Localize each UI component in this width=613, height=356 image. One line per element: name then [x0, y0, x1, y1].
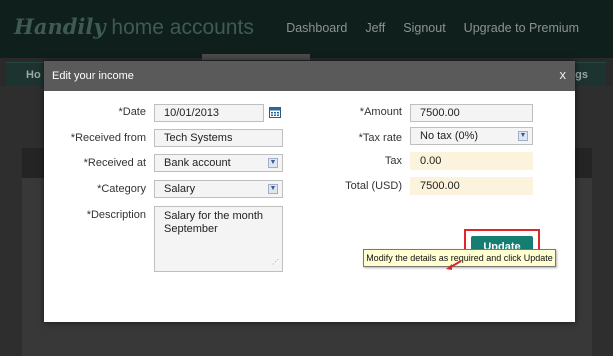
- top-nav: Dashboard Jeff Signout Upgrade to Premiu…: [286, 21, 579, 35]
- tax-rate-label: *Tax rate: [358, 132, 402, 144]
- chevron-down-icon[interactable]: ▼: [268, 184, 278, 194]
- subnav-settings[interactable]: gs: [575, 69, 588, 81]
- description-label: *Description: [86, 209, 146, 221]
- modal-title: Edit your income: [52, 70, 134, 82]
- tax-rate-select[interactable]: No tax (0%) ▼: [410, 127, 533, 145]
- tax-field: 0.00: [410, 152, 533, 170]
- nav-dashboard[interactable]: Dashboard: [286, 21, 347, 35]
- category-select[interactable]: Salary ▼: [154, 180, 283, 198]
- amount-label: *Amount: [359, 106, 402, 118]
- nav-tab-indicator: [202, 54, 310, 60]
- total-field: 7500.00: [410, 177, 533, 195]
- category-value: Salary: [164, 183, 196, 195]
- modal-body: *Date 10/01/2013 *Received from Tech Sys…: [44, 91, 575, 322]
- subnav-home[interactable]: Ho: [26, 69, 41, 81]
- pointer-arrow-icon: [446, 260, 462, 270]
- received-at-value: Bank account: [164, 157, 231, 169]
- received-from-label: *Received from: [70, 132, 146, 144]
- chevron-down-icon[interactable]: ▼: [518, 131, 528, 141]
- date-field[interactable]: 10/01/2013: [154, 104, 264, 122]
- calendar-icon[interactable]: [269, 106, 281, 118]
- chevron-down-icon[interactable]: ▼: [268, 158, 278, 168]
- modal-header: Edit your income x: [44, 61, 575, 91]
- received-at-label: *Received at: [83, 157, 146, 169]
- logo-script-text: Handily: [14, 14, 106, 39]
- received-from-field[interactable]: Tech Systems: [154, 129, 283, 147]
- edit-income-modal: Edit your income x *Date 10/01/2013 *Rec…: [44, 61, 575, 322]
- app-logo[interactable]: Handily home accounts: [14, 14, 254, 40]
- close-icon[interactable]: x: [560, 67, 567, 82]
- description-value: Salary for the month September: [164, 210, 264, 235]
- app-header: Handily home accounts Dashboard Jeff Sig…: [0, 0, 613, 58]
- description-textarea[interactable]: Salary for the month September ⋰: [154, 206, 283, 272]
- nav-user[interactable]: Jeff: [365, 21, 385, 35]
- resize-grip-icon[interactable]: ⋰: [272, 256, 279, 269]
- total-label: Total (USD): [345, 180, 402, 192]
- category-label: *Category: [97, 183, 146, 195]
- date-label: *Date: [118, 106, 146, 118]
- logo-plain-text: home accounts: [105, 16, 254, 39]
- tax-label: Tax: [384, 155, 402, 167]
- received-at-select[interactable]: Bank account ▼: [154, 154, 283, 172]
- nav-signout[interactable]: Signout: [403, 21, 445, 35]
- tax-rate-value: No tax (0%): [420, 130, 479, 142]
- nav-upgrade[interactable]: Upgrade to Premium: [464, 21, 579, 35]
- amount-field[interactable]: 7500.00: [410, 104, 533, 122]
